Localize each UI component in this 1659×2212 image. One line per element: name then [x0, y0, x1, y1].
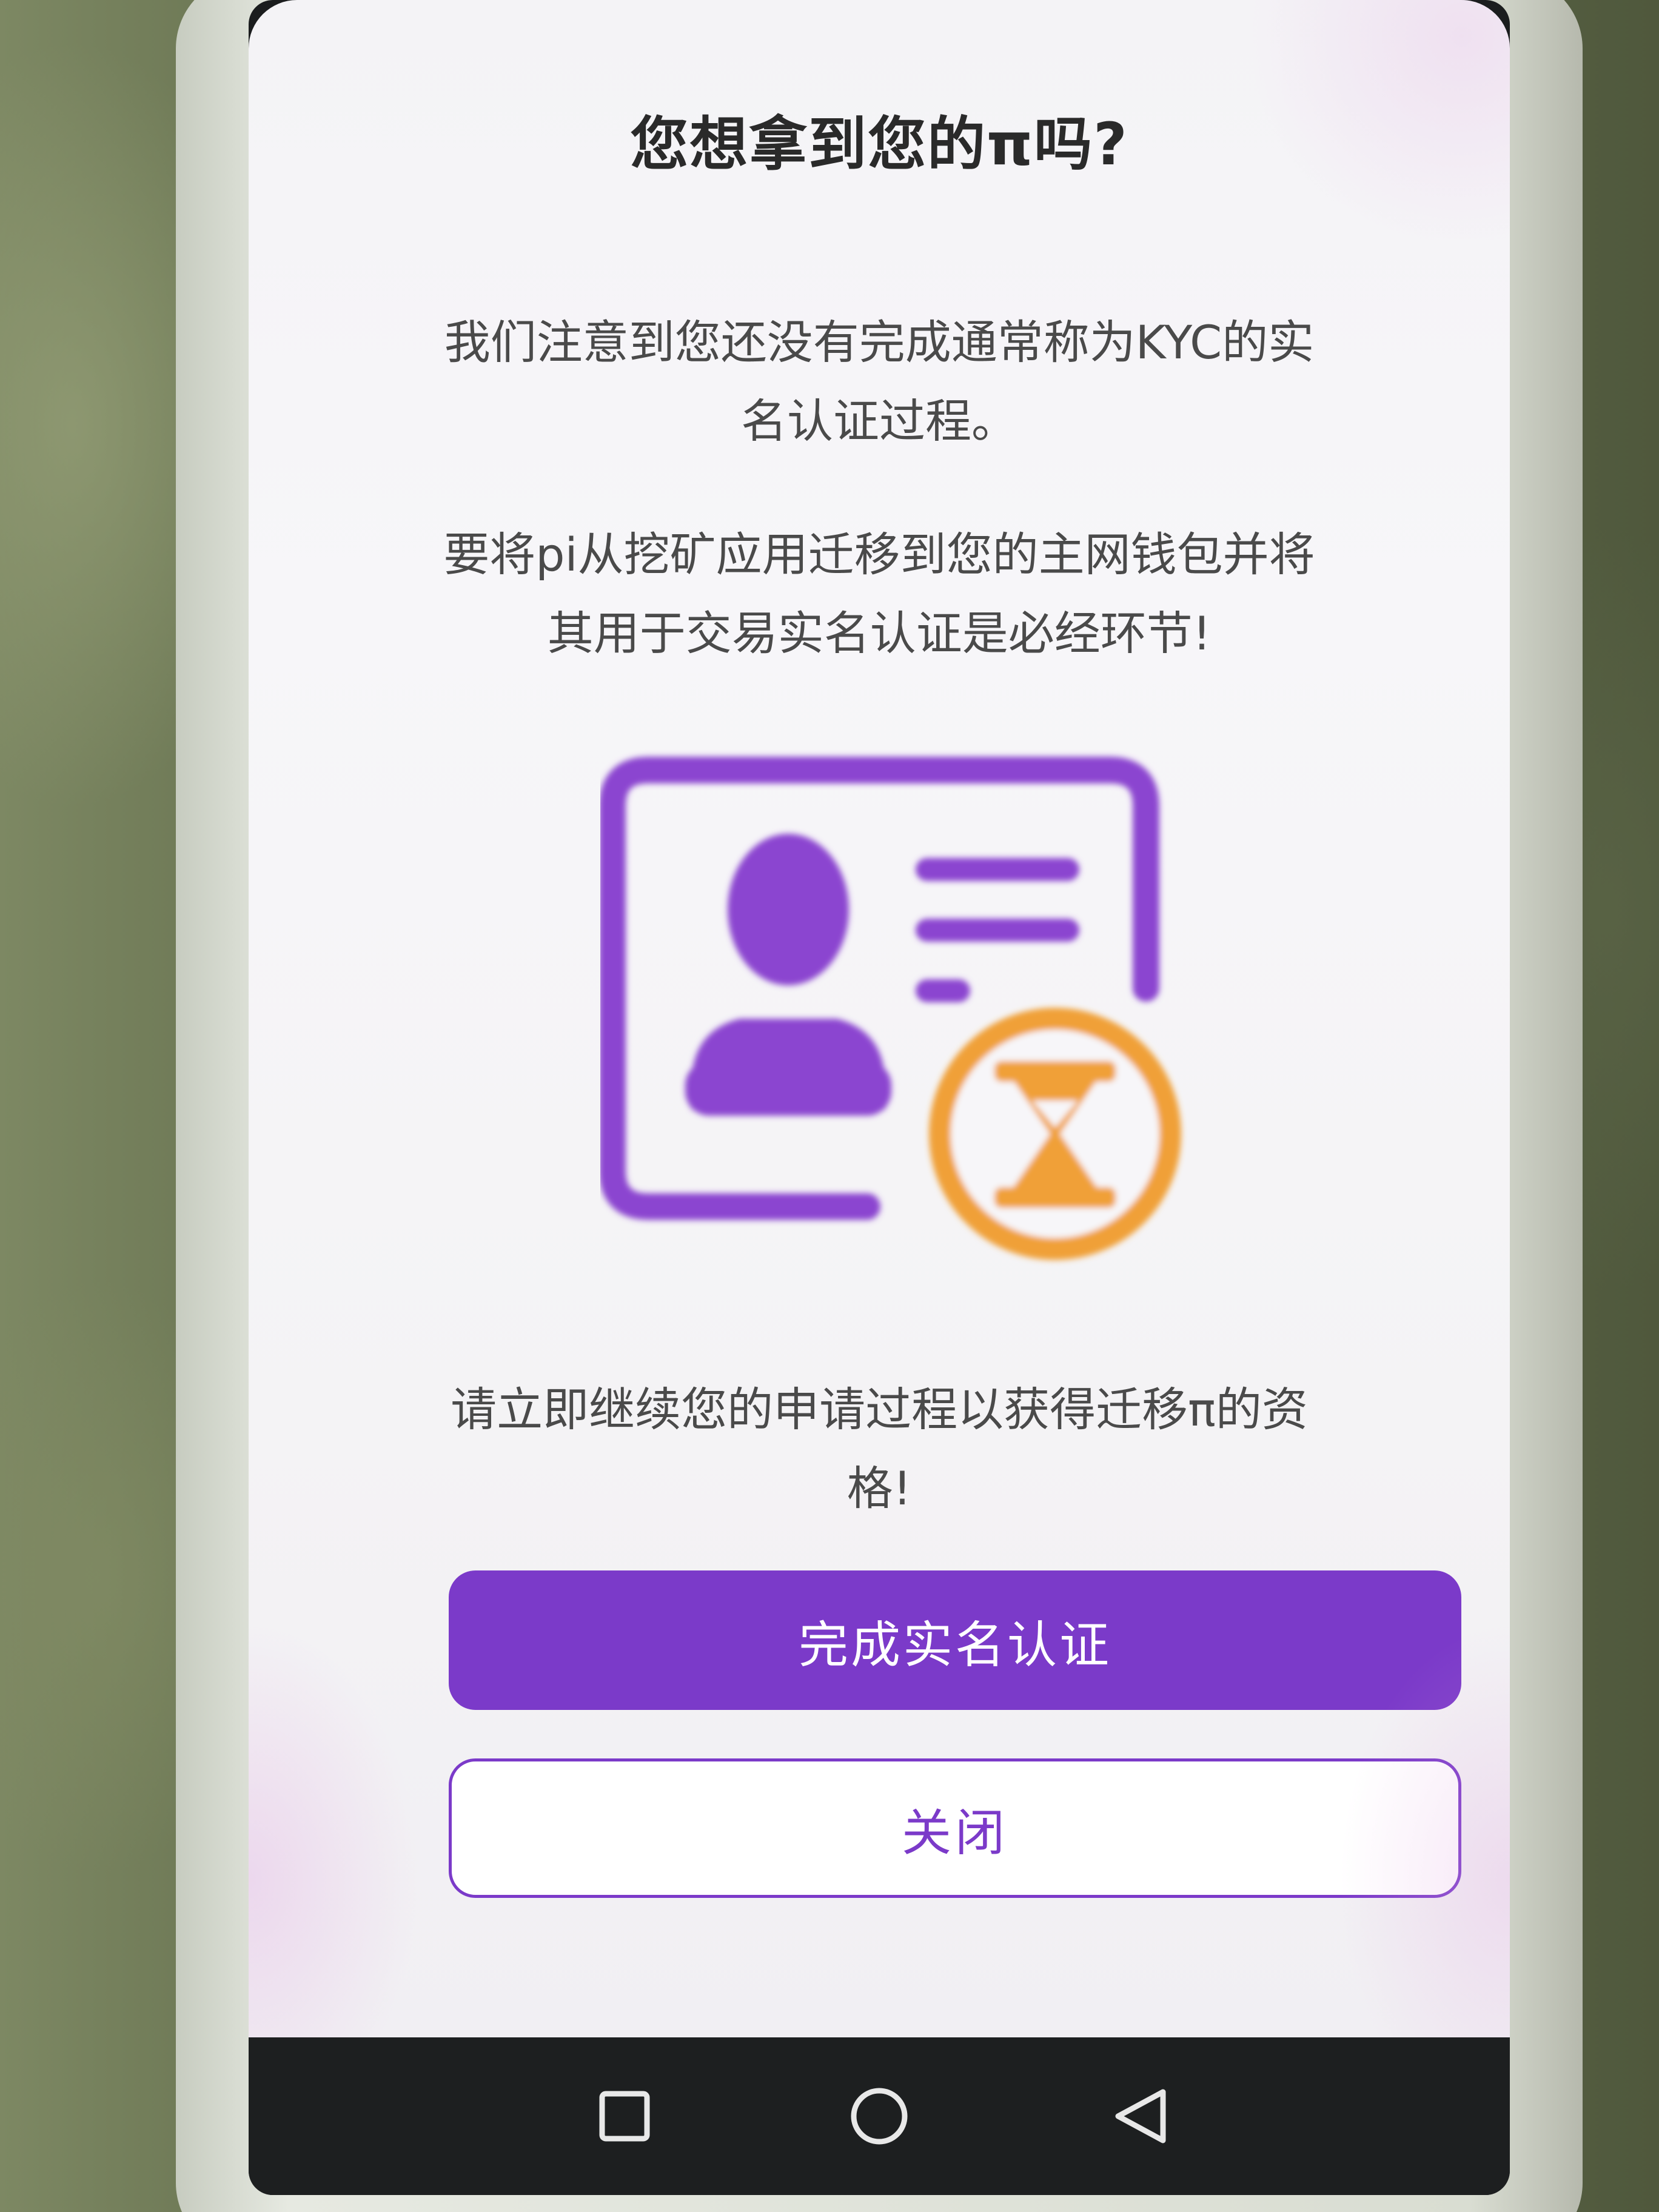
hourglass-icon [929, 1008, 1181, 1260]
kyc-notice-text: 我们注意到您还没有完成通常称为KYC的实名认证过程。 [444, 315, 1315, 448]
kyc-dialog: 您想拿到您的π吗? 我们注意到您还没有完成通常称为KYC的实名认证过程。 要将p… [249, 0, 1510, 2037]
back-button[interactable] [1098, 2074, 1182, 2159]
triangle-back-icon [1115, 2089, 1166, 2143]
id-card-hourglass-illustration [599, 746, 1207, 1292]
phone-screen: 您想拿到您的π吗? 我们注意到您还没有完成通常称为KYC的实名认证过程。 要将p… [249, 0, 1510, 2195]
home-button[interactable] [837, 2074, 922, 2159]
android-nav-bar [249, 2037, 1510, 2195]
square-icon [599, 2091, 650, 2142]
close-button[interactable]: 关闭 [449, 1758, 1461, 1898]
id-card-icon [599, 757, 1181, 1260]
complete-kyc-button[interactable]: 完成实名认证 [449, 1570, 1461, 1710]
recents-button[interactable] [582, 2074, 667, 2159]
phone-frame: 您想拿到您的π吗? 我们注意到您还没有完成通常称为KYC的实名认证过程。 要将p… [176, 0, 1583, 2212]
dialog-title: 您想拿到您的π吗? [630, 110, 1128, 178]
migration-requirement-text: 要将pi从挖矿应用迁移到您的主网钱包并将其用于交易实名认证是必经环节! [443, 528, 1315, 660]
circle-icon [851, 2088, 908, 2145]
continue-application-text: 请立即继续您的申请过程以获得迁移π的资格! [451, 1382, 1308, 1515]
